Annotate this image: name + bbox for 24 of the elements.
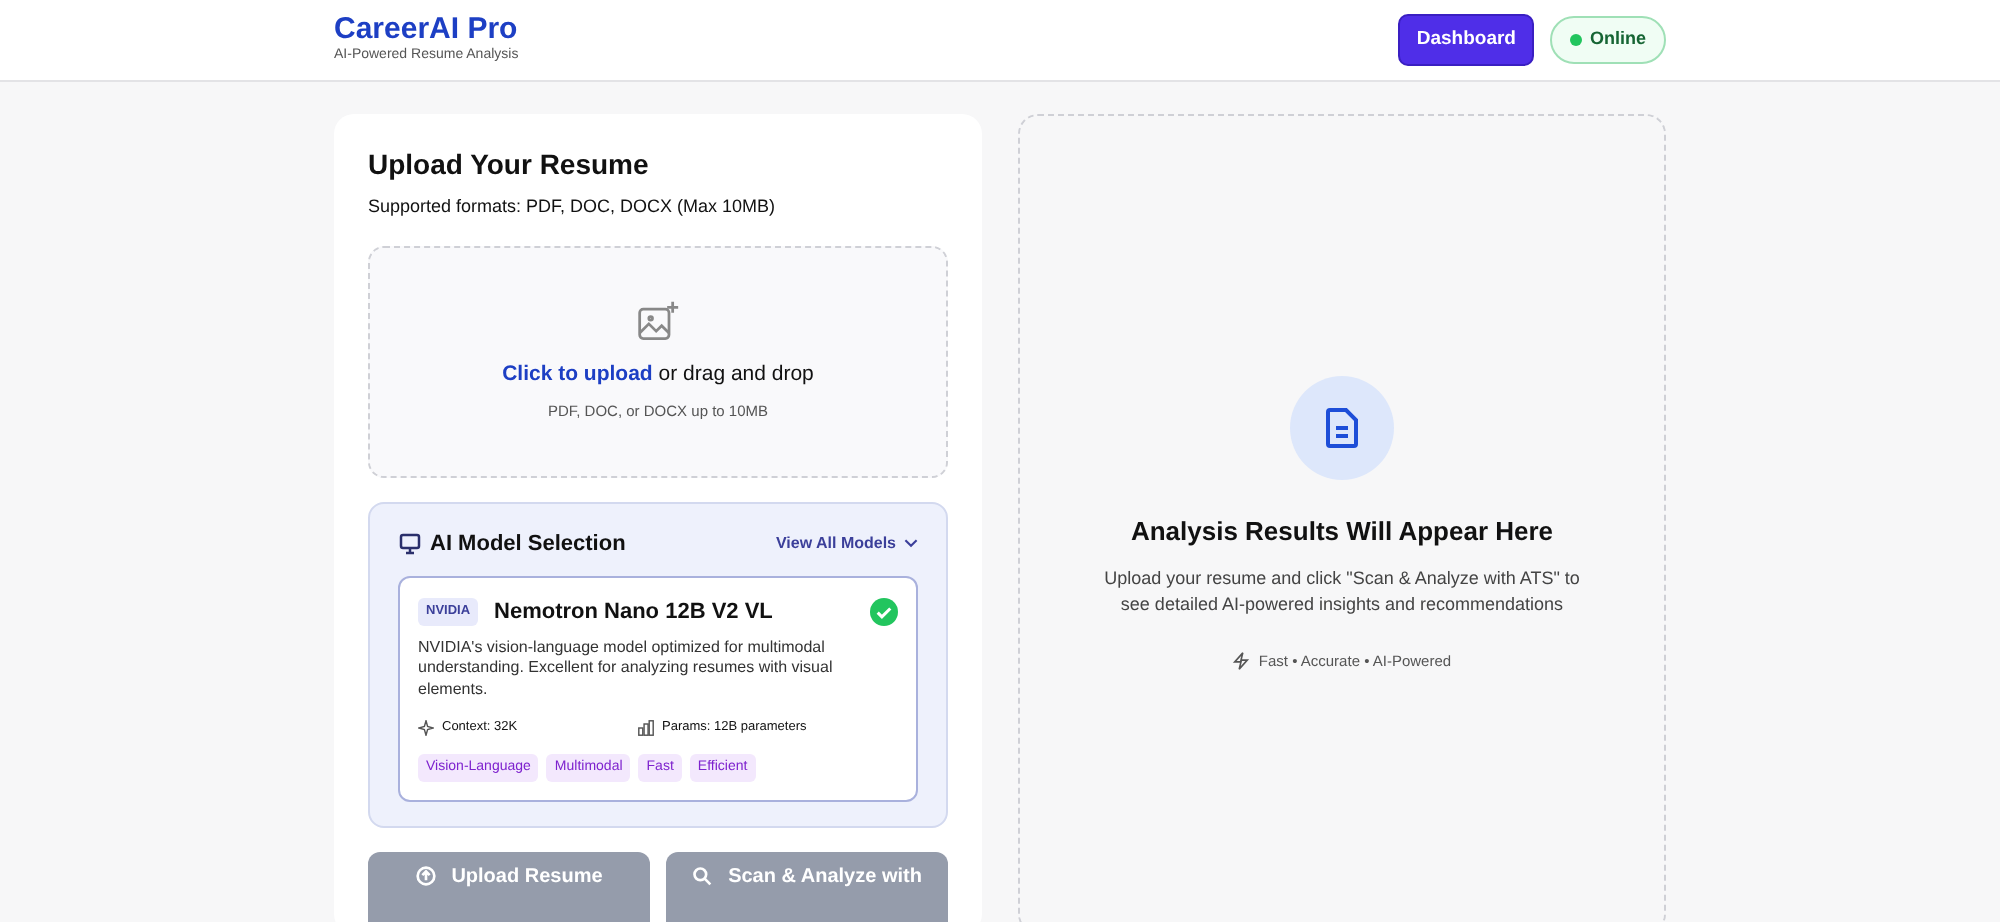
model-description: NVIDIA's vision-language model optimized for multimodal understanding. Excellent for analyzing resumes with visual elements. <box>418 637 835 702</box>
chevron-down-icon <box>904 536 918 551</box>
image-add-icon <box>636 300 680 344</box>
document-icon <box>1324 407 1360 448</box>
check-circle-icon <box>870 598 898 627</box>
results-description: Upload your resume and click "Scan & Analyze with ATS" to see detailed AI-powered insights and recommendations <box>1102 566 1582 619</box>
status-label: Online <box>1589 26 1646 53</box>
formats-text: Supported formats: PDF, DOC, DOCX (Max 10MB) <box>368 194 778 220</box>
upload-prompt: Click to upload or drag and drop <box>502 360 814 390</box>
results-title: Analysis Results Will Appear Here <box>1130 513 1554 550</box>
section-title: Upload Your Resume <box>368 146 651 184</box>
model-card[interactable] <box>398 576 918 803</box>
lightning-icon <box>1232 652 1251 671</box>
monitor-icon <box>398 531 422 556</box>
sparkle-icon <box>418 719 434 736</box>
brand-title: CareerAI Pro <box>334 13 519 46</box>
upload-icon <box>415 866 436 887</box>
dashboard-button[interactable]: Dashboard <box>1398 13 1534 67</box>
bar-chart-icon <box>638 719 654 736</box>
search-icon <box>692 866 713 887</box>
model-name: Nemotron Nano 12B V2 VL <box>494 598 775 628</box>
panel-title: AI Model Selection <box>430 529 626 559</box>
view-all-link[interactable]: View All Models <box>775 531 918 556</box>
upload-link[interactable]: Click to upload <box>502 362 653 386</box>
